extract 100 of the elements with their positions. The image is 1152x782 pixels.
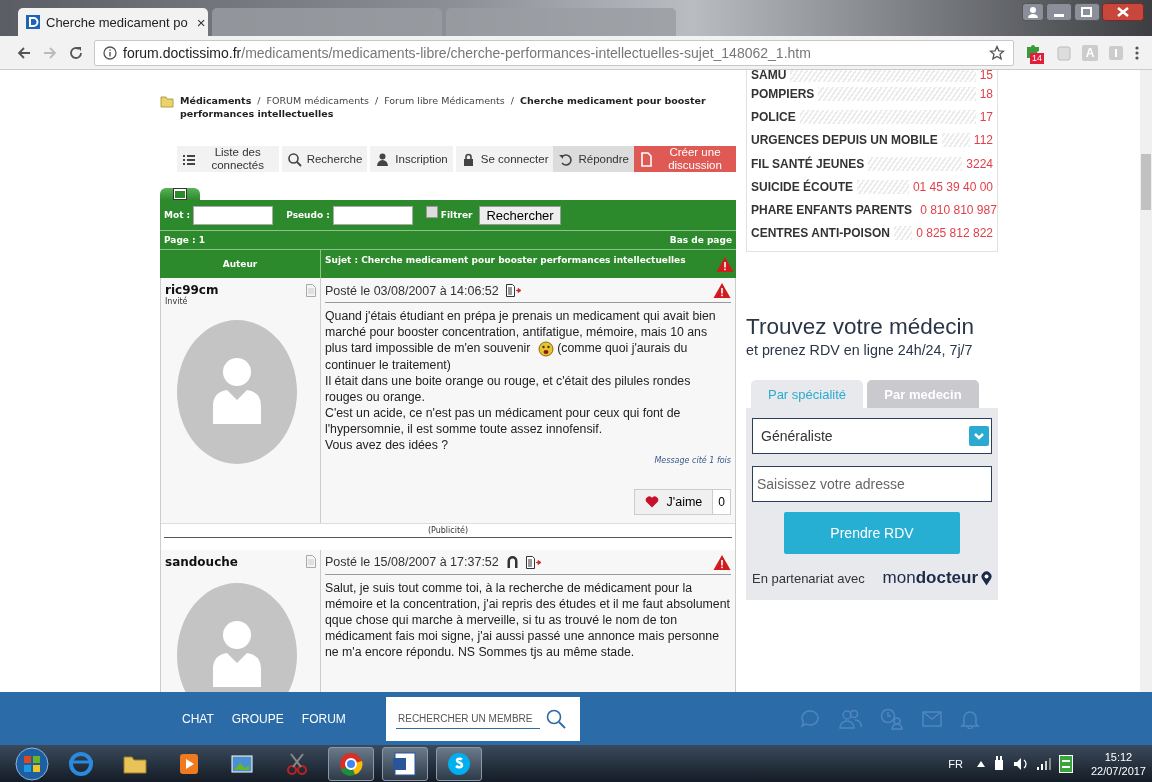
view-toggle-tab[interactable] — [160, 188, 200, 200]
post-text: C'est un acide, ce n'est pas un médicament pour ceux qui font de l'hypersomnie, il est somme toute assez innofensif. — [325, 404, 682, 437]
post-text: Quand j'étais étudiant en prépa je prenais un medicament qui avait bien marché pour booster concentration, antifatigue, mémoire, mais 10 ans plus tard impossible de m'en souvenir (comme quoi j'aurais du continuer le traitement) — [325, 308, 717, 373]
phone-number: 01 45 39 40 00 — [912, 179, 993, 194]
warning-icon[interactable] — [716, 256, 734, 273]
toolbar-button[interactable]: Inscription — [370, 146, 453, 172]
toolbar-button[interactable]: Se connecter — [455, 146, 554, 172]
phone-number: 17 — [979, 109, 993, 124]
word-field[interactable] — [193, 205, 274, 225]
info-icon — [103, 45, 117, 60]
toolbar-button[interactable]: Répondre — [553, 146, 634, 172]
nav-link[interactable]: GROUPE — [231, 711, 284, 726]
phone-number: 15 — [979, 70, 993, 82]
service-name: POMPIERS — [751, 86, 815, 101]
clock-time[interactable]: 15:12 — [1104, 749, 1133, 764]
quote-icon[interactable] — [505, 284, 522, 297]
service-name: POLICE — [751, 109, 796, 124]
post-date: Posté le 03/08/2007 à 14:06:52 — [325, 283, 499, 298]
field-label: Pseudo : — [286, 210, 330, 220]
phone-number: 0 810 810 987 — [920, 203, 997, 218]
extension-button[interactable]: 14 — [1024, 41, 1046, 64]
member-search-field[interactable]: RECHERCHER UN MEMBRE — [396, 708, 540, 729]
field-label: Mot : — [164, 210, 191, 220]
search-button[interactable]: Rechercher — [479, 205, 561, 225]
star-icon[interactable] — [989, 44, 1005, 61]
page-icon — [639, 151, 654, 167]
heart-icon — [644, 495, 659, 509]
battery-icon[interactable] — [1058, 754, 1073, 773]
specialty-dropdown[interactable]: Généraliste — [752, 418, 992, 455]
breadcrumb-trail[interactable]: Médicaments / FORUM médicaments / Forum libre Médicaments / Cherche medicament pour booster performances intellectuelles — [180, 94, 736, 120]
service-name: URGENCES DEPUIS UN MOBILE — [751, 133, 938, 148]
person-icon — [375, 151, 391, 167]
account-icon[interactable] — [1022, 3, 1044, 21]
browser-tab[interactable]: Cherche medicament po × — [18, 8, 208, 36]
phone-number: 3224 — [966, 156, 993, 171]
site-logo-icon — [26, 15, 40, 29]
toolbar-button[interactable]: Recherche — [281, 146, 368, 172]
close-icon[interactable] — [1102, 3, 1144, 21]
quote-icon[interactable] — [525, 555, 542, 569]
tray-up-icon[interactable] — [976, 760, 985, 767]
quote-count: Message cité 1 fois — [654, 455, 731, 465]
reply-arrow-icon — [558, 151, 574, 167]
service-name: CENTRES ANTI-POISON — [751, 226, 890, 241]
post-text: Vous avez des idées ? — [325, 436, 450, 453]
toolbar-button[interactable]: Créer une discussion — [634, 146, 736, 172]
service-name: PHARE ENFANTS PARENTS — [751, 203, 913, 218]
author-name[interactable]: sandouche — [165, 554, 238, 569]
menu-icon[interactable] — [1134, 44, 1140, 61]
chevron-down-icon — [969, 426, 989, 447]
heading: Trouvez votre médecin — [746, 314, 975, 341]
warning-icon[interactable] — [713, 553, 731, 571]
service-name: FIL SANTÉ JEUNES — [751, 156, 865, 171]
taskbar-app-button[interactable] — [382, 746, 428, 781]
topic-title: Sujet : Cherche medicament pour booster performances intellectuelles — [325, 255, 686, 265]
restore-icon[interactable] — [1074, 3, 1100, 21]
search-icon[interactable] — [546, 708, 566, 729]
url-text: forum.doctissimo.fr/medicaments/medicaments-libre/cherche-performances-intellectuelles-sujet_148062_1.htm — [123, 44, 811, 61]
partner-text: En partenariat avec — [752, 570, 866, 586]
page-number: Page : 1 — [164, 235, 206, 245]
nav-link[interactable]: CHAT — [182, 711, 214, 726]
like-count: 0 — [713, 489, 730, 514]
partner-logo[interactable]: mondocteur — [882, 568, 978, 589]
reload-icon[interactable] — [68, 44, 84, 61]
notification-badge: 14 — [1030, 52, 1044, 64]
bottom-of-page-link[interactable]: Bas de page — [669, 235, 732, 245]
profile-icon[interactable] — [505, 555, 519, 570]
smiley-icon — [537, 340, 554, 357]
phone-number: 18 — [979, 86, 993, 101]
speaker-icon[interactable] — [1012, 756, 1029, 771]
nav-link[interactable]: FORUM — [301, 711, 346, 726]
address-field[interactable]: forum.doctissimo.fr/medicaments/medicaments-libre/cherche-performances-intellectuelles-sujet_148062_1.htm — [94, 39, 1014, 66]
clock-date[interactable]: 22/07/2017 — [1090, 763, 1146, 778]
filter-checkbox[interactable] — [425, 206, 438, 218]
minimize-icon[interactable] — [1046, 3, 1072, 21]
language-indicator[interactable]: FR — [948, 757, 963, 770]
author-name[interactable]: ric99cm — [165, 283, 219, 297]
toolbar-button[interactable]: Liste des connectés — [176, 146, 279, 172]
service-name: SAMU — [751, 70, 787, 82]
globe-icon — [67, 749, 95, 778]
pseudo-field[interactable] — [332, 205, 413, 225]
taskbar-app-button[interactable] — [328, 746, 374, 781]
start-button[interactable] — [14, 746, 50, 781]
warning-icon[interactable] — [713, 282, 731, 299]
service-name: SUICIDE ÉCOUTE — [751, 179, 853, 194]
signal-icon[interactable] — [1036, 757, 1051, 770]
document-icon — [391, 749, 419, 778]
phone-number: 0 825 812 822 — [916, 226, 993, 241]
map-pin-icon — [981, 570, 992, 586]
post-text: Il était dans une boite orange ou rouge, et c'était des pilules rondes rouges ou orange. — [325, 372, 692, 405]
power-plug-icon[interactable] — [992, 755, 1005, 772]
search-icon — [286, 151, 302, 167]
post-date: Posté le 15/08/2007 à 17:37:52 — [325, 555, 499, 570]
folder-icon — [160, 94, 174, 108]
post-text: Salut, je suis tout comme toi, à la recherche de médicament pour la mémoire et la concentration, j'ai repris des études et il me faut absolument qque chose qui marche à merveille, si tu as trouvé le nom de ton médicament fais moi signe, j'ai aussi passé une annonce mais personne ne m'a encore répondu. NS Sommes tjs au même stade. — [325, 579, 731, 660]
checkbox-label: Filtrer — [440, 210, 473, 220]
address-input[interactable]: Saisissez votre adresse — [752, 466, 992, 503]
author-status: Invité — [165, 297, 189, 306]
scrollbar[interactable] — [1140, 70, 1152, 692]
back-icon[interactable] — [16, 44, 32, 61]
taskbar-app-button[interactable] — [436, 746, 482, 781]
